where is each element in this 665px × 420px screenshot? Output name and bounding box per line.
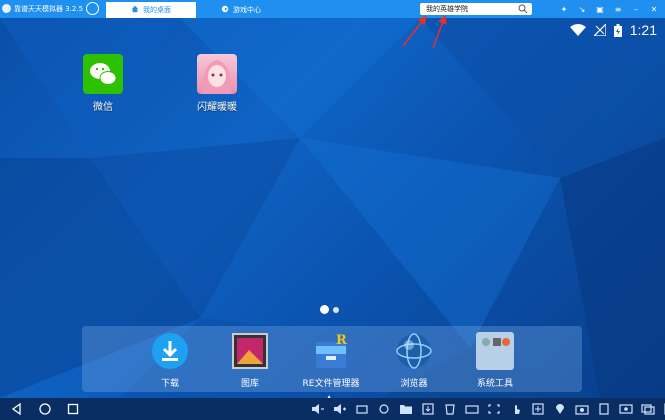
home-icon [131,5,139,13]
shake-icon[interactable] [376,401,392,417]
battery-icon [613,23,622,37]
user-icon[interactable] [86,2,99,15]
dock-label: 浏览器 [400,379,428,389]
screenshot-icon[interactable] [486,401,502,417]
shrink-icon[interactable]: ↘ [575,2,589,16]
tab-my-desktop[interactable]: 我的桌面 [106,2,196,18]
apk-install-icon[interactable] [420,401,436,417]
wifi-icon [569,24,586,36]
tab-game-center[interactable]: 游戏中心 [196,2,286,18]
title-bar: 靠谱天天模拟器 3.2.5 我的桌面 游戏中心 我的英雄学院 ✦ ↘ ▣ ≡ –… [0,0,665,18]
gps-icon[interactable] [530,401,546,417]
navigation-bar [0,398,665,420]
keyboard-icon[interactable] [464,401,480,417]
dock-item-browser[interactable]: 浏览器 [379,332,449,389]
skin-icon[interactable]: ▣ [593,2,607,16]
clock: 1:21 [629,22,657,38]
file-manager-icon: R [316,333,347,368]
android-desktop: 1:21 微信 闪耀暖暖 下载 图库 R RE文件管理器 浏览器 系统工具 [0,18,665,398]
search-value: 我的英雄学院 [426,5,468,13]
minimize-icon[interactable]: – [629,2,643,16]
page-dot[interactable] [333,306,339,313]
home-circle-icon[interactable] [38,402,52,416]
multi-window-icon[interactable] [640,401,656,417]
app-title: 靠谱天天模拟器 3.2.5 [14,5,84,13]
dock-label: 图库 [240,379,259,389]
app-label: 微信 [93,102,113,113]
pin-icon[interactable]: ✦ [557,2,571,16]
back-icon[interactable] [10,402,24,416]
record-icon[interactable] [618,401,634,417]
dock-item-file-manager[interactable]: R RE文件管理器 [296,332,366,389]
clean-icon[interactable] [442,401,458,417]
page-dot-active[interactable] [320,305,329,314]
app-wechat[interactable]: 微信 [73,54,133,113]
folder-icon[interactable] [398,401,414,417]
file-transfer-icon[interactable] [596,401,612,417]
tab-label: 游戏中心 [233,6,261,14]
app-logo-icon [2,4,11,13]
search-icon[interactable] [518,4,528,14]
dock-label: 系统工具 [476,379,513,389]
camera-icon[interactable] [574,401,590,417]
signal-icon [593,24,606,36]
app-label: 闪耀暖暖 [197,102,237,113]
svg-text:R: R [336,333,347,348]
window-controls: ✦ ↘ ▣ ≡ – ✕ [557,2,661,16]
touch-icon[interactable] [508,401,524,417]
dock-item-download[interactable]: 下载 [135,332,205,389]
page-indicator [320,305,339,314]
wechat-icon [83,54,123,94]
dock-label: RE文件管理器 [302,379,360,389]
close-icon[interactable]: ✕ [647,2,661,16]
dock-item-gallery[interactable]: 图库 [215,332,285,389]
tab-label: 我的桌面 [143,6,171,14]
dock-item-system-tools[interactable]: 系统工具 [460,332,530,389]
gallery-icon [232,333,268,369]
game-girl-icon [197,54,237,94]
search-input[interactable]: 我的英雄学院 [420,3,532,15]
dock-label: 下载 [160,379,179,389]
system-tools-icon [476,332,514,370]
download-icon [152,333,188,369]
rotate-icon[interactable] [354,401,370,417]
volume-down-icon[interactable] [310,401,326,417]
browser-icon [396,333,432,369]
status-bar: 1:21 [569,22,657,38]
dock: 下载 图库 R RE文件管理器 浏览器 系统工具 [82,326,582,392]
app-shining-nikki[interactable]: 闪耀暖暖 [187,54,247,113]
volume-up-icon[interactable] [332,401,348,417]
game-center-icon [221,5,229,13]
location-icon[interactable] [552,401,568,417]
menu-icon[interactable]: ≡ [611,2,625,16]
recents-icon[interactable] [66,402,80,416]
